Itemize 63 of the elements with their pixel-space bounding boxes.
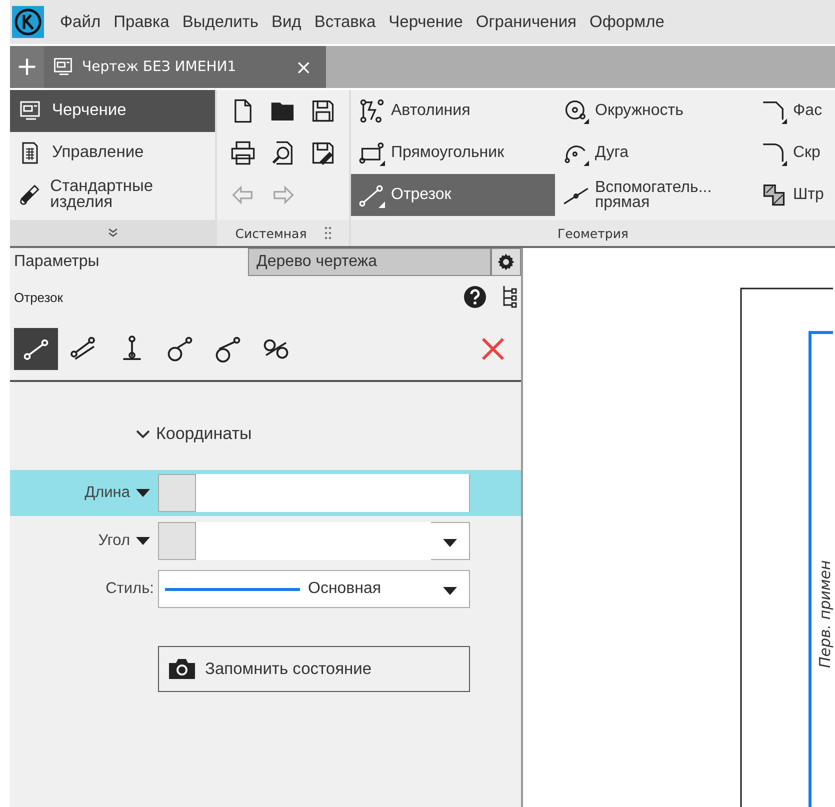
dropdown-arrow-icon [443,538,457,546]
dropdown-arrow-icon [443,586,457,594]
ribbon-tool-button[interactable]: Окружность [555,90,753,132]
ribbon-section[interactable]: Стандартные изделия [10,174,215,216]
ribbon-section[interactable]: Черчение [10,90,215,132]
ribbon-tool-button[interactable]: Прямоугольник [351,132,555,174]
caret-icon [136,537,150,545]
autoline-icon [359,98,385,124]
save-icon [310,98,336,124]
ribbon-section[interactable]: Управление [10,132,215,174]
tangent-line-icon [165,334,195,364]
camera-icon [169,659,195,679]
ribbon-tool-button[interactable]: Вспомогатель... прямая [555,174,753,216]
drawing-sheet-icon [18,99,42,123]
value-field[interactable] [158,522,470,560]
caret-icon [136,489,150,497]
hatch-icon [761,182,787,208]
mode-button[interactable] [14,328,58,370]
ribbon-tool-button[interactable]: Отрезок [351,174,555,216]
print-icon [230,140,256,166]
group-label: Геометрия [558,226,628,240]
document-tab[interactable]: Чертеж БЕЗ ИМЕНИ1 × [44,46,326,88]
ribbon-tool-button[interactable]: Автолиния [351,90,555,132]
circle-icon [563,98,589,124]
close-icon[interactable] [481,337,505,361]
menu-item[interactable]: Файл [60,12,101,32]
menu-item[interactable]: Черчение [388,12,463,32]
drawing-sheet-icon [52,56,74,78]
menu-item[interactable]: Ограничения [476,12,576,32]
screw-icon [18,183,40,207]
panel-tab[interactable]: Дерево чертежа [248,248,492,276]
help-icon[interactable] [463,285,487,309]
panel-tab[interactable]: Параметры [10,248,248,276]
tree-icon[interactable] [501,285,517,309]
close-tab-button[interactable]: × [295,55,312,79]
ribbon-tool-button[interactable]: Фас [753,90,833,132]
menu-item[interactable]: Выделить [182,12,258,32]
field-label: Стиль: [106,580,155,598]
parameter-menu-button[interactable]: Длина [84,484,158,502]
app-logo[interactable] [12,6,44,38]
chevron-icon [136,429,150,439]
grip-icon[interactable] [324,227,331,239]
section-header[interactable]: Координаты [10,382,521,454]
menu-item[interactable]: Вид [271,12,302,32]
menu-item[interactable]: Вставка [314,12,376,32]
ribbon-tool-button[interactable]: Дуга [555,132,753,174]
ribbon-tool-button[interactable]: Скр [753,132,833,174]
expand-chevron-icon[interactable] [106,228,118,238]
new-tab-button[interactable]: + [10,46,44,88]
remember-state-button[interactable]: Запомнить состояние [158,646,470,692]
value-field[interactable] [158,474,470,512]
stamp-label: Перв. примен [816,560,834,668]
rectangle-icon [359,140,385,166]
tangent-line-icon [213,334,243,364]
group-label: Системная [235,226,307,240]
parameter-menu-button[interactable]: Угол [98,532,158,550]
save-as-icon [310,140,336,166]
ribbon-tool-button[interactable]: Штр [753,174,833,216]
line-style-dropdown[interactable]: Основная [158,570,470,608]
command-title: Отрезок [14,290,64,304]
menu-item[interactable]: Правка [114,12,170,32]
menu-item[interactable]: Оформле [590,12,664,32]
settings-icon[interactable] [497,253,516,271]
